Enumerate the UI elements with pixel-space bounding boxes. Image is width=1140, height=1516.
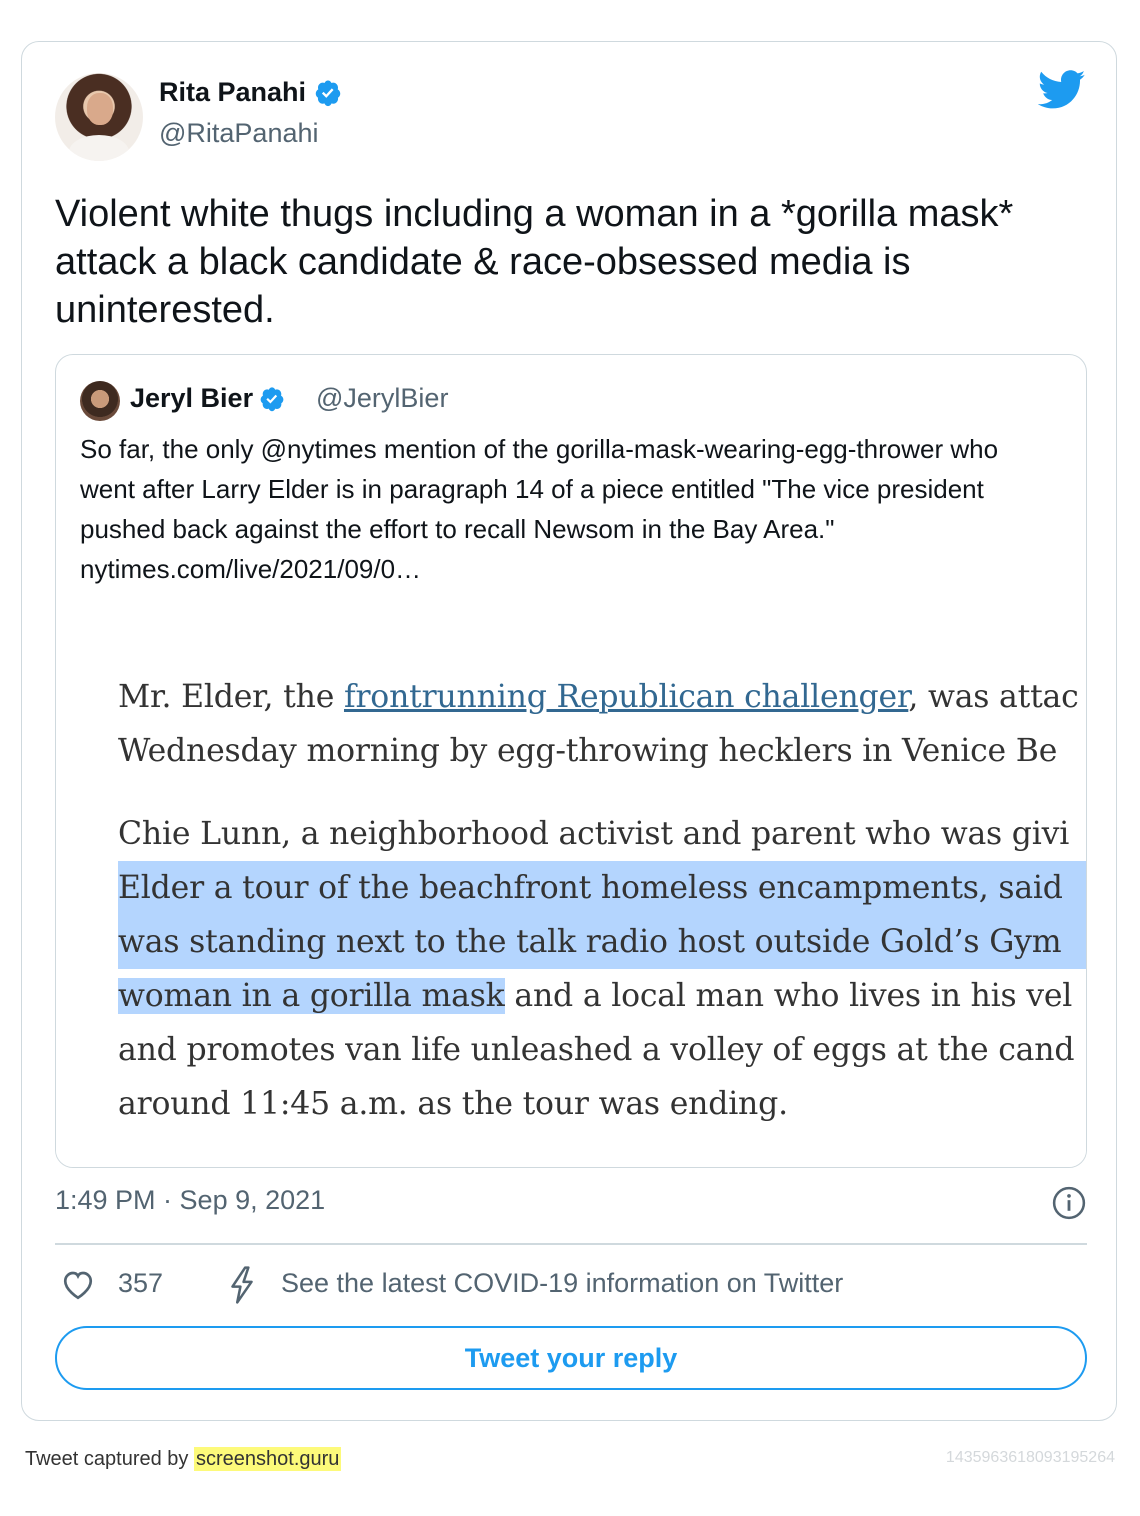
quoted-link[interactable]: nytimes.com/live/2021/09/0… <box>80 554 421 584</box>
article-line: Mr. Elder, the frontrunning Republican c… <box>118 679 1079 715</box>
lightning-bolt-icon <box>231 1266 253 1304</box>
quoted-text-body: So far, the only @nytimes mention of the… <box>80 434 999 544</box>
highlighted-phrase: woman in a gorilla mask <box>118 978 505 1014</box>
capture-credit-text: Tweet captured by <box>25 1448 194 1470</box>
article-line: Wednesday morning by egg-throwing heckle… <box>118 733 1058 769</box>
article-line: woman in a gorilla mask and a local man … <box>118 978 1073 1014</box>
author-handle[interactable]: @RitaPanahi <box>159 118 319 149</box>
heart-icon[interactable] <box>60 1267 96 1303</box>
verified-badge-icon <box>260 386 284 411</box>
quoted-tweet-text: So far, the only @nytimes mention of the… <box>80 429 1060 589</box>
quoted-author-name: Jeryl Bier <box>130 383 285 414</box>
article-line: around 11:45 a.m. as the tour was ending… <box>118 1086 788 1122</box>
capture-brand-link[interactable]: screenshot.guru <box>193 1447 342 1471</box>
quoted-article-screenshot[interactable]: Mr. Elder, the frontrunning Republican c… <box>56 655 1086 1167</box>
author-name-text: Rita Panahi <box>159 77 307 107</box>
author-avatar[interactable] <box>55 73 143 161</box>
article-line: Chie Lunn, a neighborhood activist and p… <box>118 816 1070 852</box>
tweet-reply-button[interactable]: Tweet your reply <box>55 1326 1087 1390</box>
quoted-author-avatar <box>80 381 120 421</box>
divider <box>55 1243 1087 1245</box>
like-count[interactable]: 357 <box>118 1268 163 1299</box>
covid-info-link[interactable]: See the latest COVID-19 information on T… <box>281 1268 843 1299</box>
verified-badge-icon <box>315 79 341 106</box>
tweet-id: 1435963618093195264 <box>945 1449 1115 1466</box>
quoted-author-name-text: Jeryl Bier <box>130 383 254 413</box>
info-icon[interactable] <box>1052 1186 1086 1220</box>
tweet-text: Violent white thugs including a woman in… <box>55 193 1014 331</box>
quoted-author-handle: @JerylBier <box>316 383 449 413</box>
article-inline-link: frontrunning Republican challenger <box>343 679 909 715</box>
tweet-card: Rita Panahi @RitaPanahi Violent white th… <box>21 41 1117 1421</box>
tweet-timestamp[interactable]: 1:49 PM · Sep 9, 2021 <box>55 1185 325 1216</box>
article-line-highlighted: was standing next to the talk radio host… <box>118 915 1086 969</box>
article-line: and promotes van life unleashed a volley… <box>118 1032 1075 1068</box>
capture-credit: Tweet captured by screenshot.guru <box>25 1447 342 1471</box>
twitter-bird-icon[interactable] <box>1038 70 1086 110</box>
author-name[interactable]: Rita Panahi <box>159 77 342 108</box>
article-line-highlighted: Elder a tour of the beachfront homeless … <box>118 861 1086 915</box>
quoted-tweet[interactable]: Jeryl Bier @JerylBier So far, the only @… <box>55 354 1087 1168</box>
